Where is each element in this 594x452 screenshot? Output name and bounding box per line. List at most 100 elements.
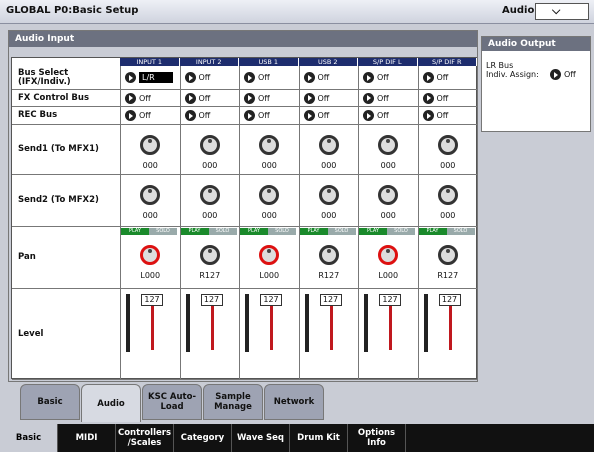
play-label: PLAY (299, 228, 328, 235)
subtab-audio[interactable]: Audio (81, 384, 141, 422)
maintab-options-info[interactable]: Options Info (348, 424, 406, 452)
knob[interactable] (318, 135, 339, 155)
param-rec_bus-1[interactable]: Off (184, 110, 210, 121)
popup-arrow-icon (303, 110, 315, 121)
popup-arrow-icon (303, 72, 315, 83)
level-fader-knob[interactable]: 127 (260, 294, 282, 306)
maintab-drum-kit[interactable]: Drum Kit (290, 424, 348, 452)
popup-arrow-icon (125, 92, 136, 104)
popup-arrow-icon (184, 92, 196, 104)
param-fx_control-1[interactable]: Off (184, 92, 211, 104)
param-bus_select-4[interactable]: Off (363, 72, 389, 83)
param-fx_control-4[interactable]: Off (363, 92, 389, 104)
knob-value: 000 (440, 161, 456, 170)
title-bar: GLOBAL P0:Basic Setup Audio ⌵ (0, 0, 594, 24)
play-label: PLAY (359, 228, 387, 235)
param-bus_select-3[interactable]: Off (303, 72, 329, 83)
knob[interactable] (259, 135, 279, 155)
cell-bus_select-5: Off (417, 66, 478, 89)
row-rec_bus: REC Bus Off Off Off Off Off Off (12, 107, 478, 125)
cell-send2-4: 000 (358, 175, 418, 226)
param-value: Off (198, 93, 211, 103)
knob[interactable] (199, 245, 220, 265)
cell-bus_select-0: L/R (120, 66, 180, 89)
param-bus_select-1[interactable]: Off (184, 72, 210, 83)
cell-send1-2: 000 (239, 125, 299, 174)
level-meter (126, 294, 130, 352)
cell-bus_select-3: Off (298, 66, 359, 89)
row-fx_control: FX Control Bus Off Off Off Off Off Off (12, 90, 478, 107)
param-rec_bus-5[interactable]: Off (422, 110, 448, 121)
column-header-1: INPUT 2 (179, 58, 239, 66)
maintab-wave-seq[interactable]: Wave Seq (232, 424, 290, 452)
knob[interactable] (140, 135, 160, 155)
knob[interactable] (259, 185, 279, 205)
knob[interactable] (437, 245, 458, 265)
audio-output-header: Audio Output (482, 37, 590, 51)
knob[interactable] (199, 135, 220, 155)
knob[interactable] (140, 185, 160, 205)
cell-send1-0: 000 (120, 125, 180, 174)
level-fader-knob[interactable]: 127 (141, 294, 163, 306)
solo-label: SOLO (268, 228, 296, 235)
cell-rec_bus-0: Off (120, 107, 180, 124)
param-value: Off (258, 111, 270, 120)
param-value: Off (377, 111, 389, 120)
param-fx_control-5[interactable]: Off (422, 92, 448, 104)
knob[interactable] (259, 245, 279, 265)
param-fx_control-0[interactable]: Off (125, 92, 151, 104)
knob[interactable] (437, 185, 458, 205)
knob[interactable] (140, 245, 160, 265)
knob[interactable] (318, 245, 339, 265)
level-fader-knob[interactable]: 127 (200, 294, 223, 306)
play-label: PLAY (418, 228, 447, 235)
cell-fx_control-2: Off (239, 90, 299, 106)
subtab-network[interactable]: Network (264, 384, 324, 420)
maintab-basic[interactable]: Basic (0, 424, 58, 452)
maintab-category[interactable]: Category (174, 424, 232, 452)
page-title: GLOBAL P0:Basic Setup (6, 5, 139, 16)
knob[interactable] (378, 185, 398, 205)
knob-indicator (326, 139, 331, 143)
knob-value: R127 (437, 271, 459, 280)
param-bus_select-0[interactable]: L/R (125, 72, 173, 83)
play-solo-indicator: PLAY SOLO (299, 228, 356, 235)
subtab-basic[interactable]: Basic (20, 384, 80, 420)
knob[interactable] (378, 245, 398, 265)
cell-fx_control-4: Off (358, 90, 418, 106)
param-value: L/R (139, 72, 173, 83)
popup-arrow-icon (303, 92, 315, 104)
param-bus_select-2[interactable]: Off (244, 72, 270, 83)
sub-tab-bar: Basic Audio KSC Auto-Load Sample Manage … (20, 384, 324, 422)
maintab-controllers-scales[interactable]: Controllers /Scales (116, 424, 174, 452)
subtab-sample-manage[interactable]: Sample Manage (203, 384, 263, 420)
knob[interactable] (437, 135, 458, 155)
popup-arrow-icon (550, 69, 561, 80)
lr-bus-label: LR Bus (486, 61, 514, 70)
row-label-level: Level (18, 328, 44, 339)
param-rec_bus-4[interactable]: Off (363, 110, 389, 121)
param-fx_control-3[interactable]: Off (303, 92, 329, 104)
page-menu-button[interactable]: ⌵ (535, 3, 589, 20)
knob[interactable] (199, 185, 220, 205)
knob-value: R127 (199, 271, 221, 280)
maintab-midi[interactable]: MIDI (58, 424, 116, 452)
param-bus_select-5[interactable]: Off (422, 72, 448, 83)
popup-arrow-icon (422, 72, 434, 83)
subtab-ksc-auto-load[interactable]: KSC Auto-Load (142, 384, 202, 420)
column-header-5: S/P DIF R (417, 58, 477, 66)
level-fader-knob[interactable]: 127 (438, 294, 461, 306)
cell-fx_control-3: Off (298, 90, 359, 106)
param-rec_bus-2[interactable]: Off (244, 110, 270, 121)
knob-indicator (207, 189, 212, 193)
cell-send1-5: 000 (417, 125, 478, 174)
knob[interactable] (318, 185, 339, 205)
indiv-assign-select[interactable]: Off (550, 69, 576, 80)
level-fader-knob[interactable]: 127 (319, 294, 342, 306)
level-fader-knob[interactable]: 127 (379, 294, 401, 306)
param-fx_control-2[interactable]: Off (244, 92, 270, 104)
knob[interactable] (378, 135, 398, 155)
param-rec_bus-3[interactable]: Off (303, 110, 329, 121)
param-rec_bus-0[interactable]: Off (125, 110, 151, 121)
column-header-4: S/P DIF L (358, 58, 418, 66)
